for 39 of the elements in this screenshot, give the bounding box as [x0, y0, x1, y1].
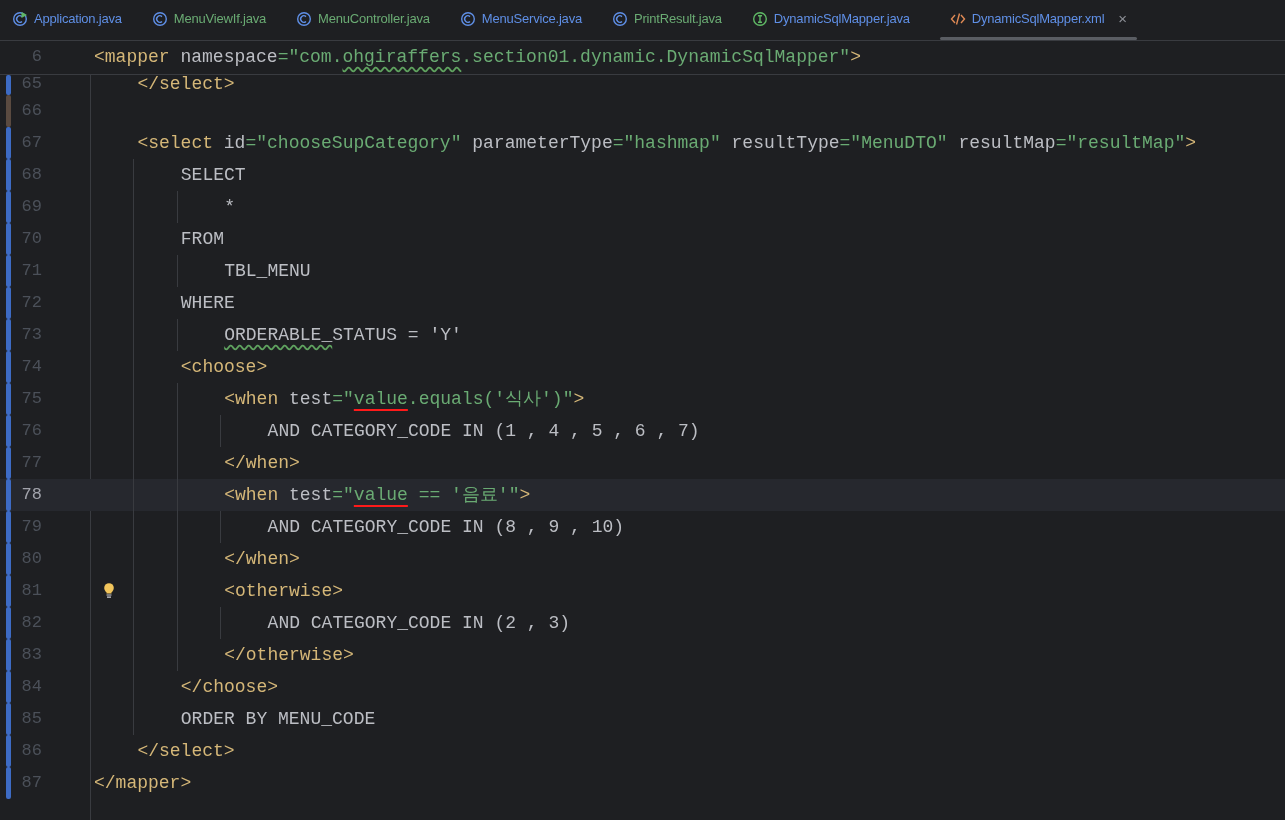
code-line: <select id="chooseSupCategory" parameterType="hashmap" resultType="MenuDTO" resultMap="resultMap"> — [137, 132, 1197, 154]
code-line: </select> — [137, 740, 235, 762]
class-run-icon — [12, 11, 28, 27]
code-line: FROM — [180, 228, 224, 250]
code-line: </mapper> — [94, 772, 192, 794]
code-line: </otherwise> — [224, 644, 354, 666]
file-tab[interactable]: MenuService.java — [459, 0, 582, 40]
code-line: SELECT — [180, 164, 246, 186]
file-tab[interactable]: PrintResult.java — [612, 0, 722, 40]
code-line: </when> — [224, 452, 300, 474]
code-line: ORDER BY MENU_CODE — [180, 708, 376, 730]
file-tab[interactable]: MenuController.java — [296, 0, 430, 40]
class-icon — [459, 11, 476, 27]
code-line: <when test="value == '음료'"> — [224, 484, 531, 506]
code-line: <when test="value.equals('식사')"> — [224, 388, 585, 410]
class-icon — [296, 11, 312, 27]
code-line: TBL_MENU — [224, 260, 311, 282]
lightbulb-icon[interactable] — [103, 583, 115, 599]
code-line: * — [224, 196, 235, 218]
code-line: </select> — [137, 75, 235, 95]
code-line: AND CATEGORY_CODE IN (8 , 9 , 10) — [267, 516, 625, 538]
line-number: 78 — [20, 484, 42, 506]
file-tab[interactable]: DynamicSqlMapper.java — [751, 0, 910, 40]
interface-icon — [751, 11, 768, 27]
code-line: <otherwise> — [224, 580, 343, 602]
code-line: AND CATEGORY_CODE IN (1 , 4 , 5 , 6 , 7) — [267, 420, 700, 442]
code-line: <mapper namespace="com.ohgiraffers.section01.dynamic.DynamicSqlMapper"> — [94, 46, 861, 68]
code-line: ORDERABLE_STATUS = 'Y' — [224, 324, 462, 346]
code-icon — [949, 11, 966, 27]
code-line: WHERE — [180, 292, 235, 314]
code-line: AND CATEGORY_CODE IN (2 , 3) — [267, 612, 571, 634]
class-icon — [151, 11, 168, 27]
file-tab[interactable]: MenuViewIf.java — [151, 0, 266, 40]
file-tab[interactable]: Application.java — [12, 0, 122, 40]
class-icon — [612, 11, 628, 27]
code-line: <choose> — [180, 356, 268, 378]
code-line: </when> — [224, 548, 300, 570]
close-tab-button[interactable]: × — [1118, 7, 1128, 31]
code-line: </choose> — [180, 676, 278, 698]
